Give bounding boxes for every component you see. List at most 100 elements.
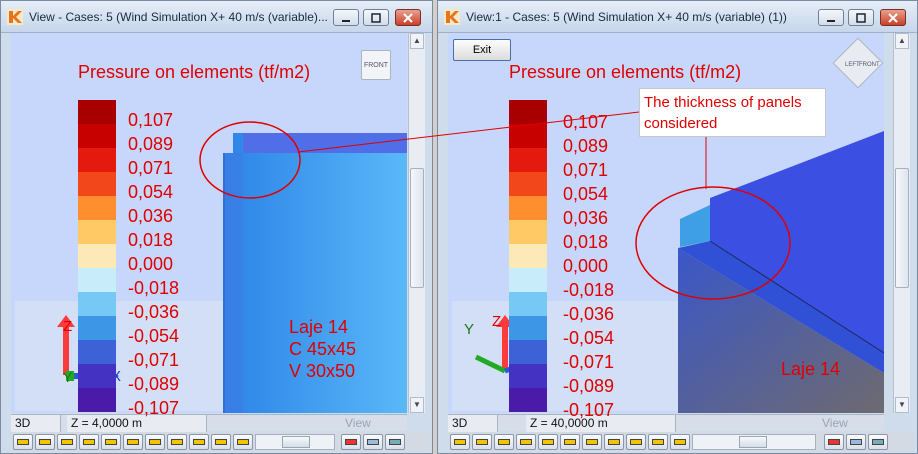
right-status-view: View [822, 416, 848, 430]
left-scale-values: 0,107 0,089 0,071 0,054 0,036 0,018 0,000 -0,01… [128, 108, 179, 420]
left-scale-value: 0,107 [128, 110, 174, 130]
right-member-label-slab: Laje 14 [781, 359, 841, 379]
right-status-mode: 3D [448, 415, 498, 432]
tool-plane-icon[interactable] [582, 434, 602, 450]
left-vertical-scrollbar[interactable]: ▲ ▼ [408, 33, 425, 413]
tool-bar-icon[interactable] [472, 434, 492, 450]
right-scale-value: 0,089 [563, 136, 609, 156]
tool-edit-icon[interactable] [123, 434, 143, 450]
exit-button[interactable]: Exit [453, 39, 511, 61]
tool-camera-icon[interactable] [868, 434, 888, 450]
left-view-cube-label: FRONT [363, 62, 389, 69]
tool-plane-icon[interactable] [145, 434, 165, 450]
left-view-cube[interactable]: FRONT [361, 50, 391, 80]
right-title-bar[interactable]: View:1 - Cases: 5 (Wind Simulation X+ 40… [438, 1, 917, 33]
tool-bar-icon[interactable] [35, 434, 55, 450]
right-scale-swatch [509, 244, 547, 268]
left-title-bar[interactable]: View - Cases: 5 (Wind Simulation X+ 40 m… [1, 1, 432, 33]
right-scale-value: 0,071 [563, 160, 609, 180]
left-scale-value: -0,054 [128, 326, 180, 346]
tool-load-icon[interactable] [538, 434, 558, 450]
close-icon [403, 13, 413, 23]
left-scale-swatch [78, 196, 116, 220]
tool-edit-icon[interactable] [560, 434, 580, 450]
tool-numbering-icon[interactable] [626, 434, 646, 450]
right-thickness-face [680, 205, 710, 247]
right-scale-value: -0,089 [563, 376, 615, 396]
left-scale-value: -0,071 [128, 350, 180, 370]
right-window-title: View:1 - Cases: 5 (Wind Simulation X+ 40… [466, 10, 787, 24]
left-scale-swatch [78, 244, 116, 268]
left-3d-viewport[interactable]: FRONT Z Y X Laje 14 C 45x45 V 30x50 [11, 33, 407, 413]
scroll-up-icon[interactable]: ▲ [410, 33, 424, 49]
left-horizontal-scrollbar[interactable] [255, 434, 335, 450]
annotation-line-2: considered [644, 115, 718, 132]
left-status-view: View [345, 416, 371, 430]
right-scale-value: -0,071 [563, 352, 615, 372]
right-scale-swatch [509, 364, 547, 388]
right-horizontal-scrollbar[interactable] [692, 434, 816, 450]
scroll-thumb[interactable] [410, 168, 424, 288]
minimize-icon [342, 20, 350, 22]
left-member-label-beam: V 30x50 [289, 361, 356, 381]
tool-view-icon[interactable] [670, 434, 690, 450]
tool-support-icon[interactable] [516, 434, 536, 450]
left-scale-swatch [78, 124, 116, 148]
tool-panel-icon[interactable] [494, 434, 514, 450]
right-scale-swatch [509, 148, 547, 172]
tool-slab-icon[interactable] [604, 434, 624, 450]
tool-hide-icon[interactable] [341, 434, 361, 450]
scroll-down-icon[interactable]: ▼ [895, 397, 909, 413]
tool-hide-icon[interactable] [824, 434, 844, 450]
scroll-thumb[interactable] [895, 168, 909, 288]
right-axis-z-label: Z [492, 313, 502, 330]
scroll-down-icon[interactable]: ▼ [410, 397, 424, 413]
right-scale-value: -0,018 [563, 280, 615, 300]
tool-glasses-icon[interactable] [846, 434, 866, 450]
right-scale-value: 0,018 [563, 232, 609, 252]
right-scale-value: 0,036 [563, 208, 609, 228]
left-scale-value: 0,000 [128, 254, 174, 274]
app-logo-icon [444, 9, 460, 25]
tool-load-icon[interactable] [101, 434, 121, 450]
tool-numbering-icon[interactable] [189, 434, 209, 450]
tool-node-icon[interactable] [450, 434, 470, 450]
right-scale-value: -0,036 [563, 304, 615, 324]
left-scale-value: -0,107 [128, 398, 180, 418]
right-vertical-scrollbar[interactable]: ▲ ▼ [893, 33, 910, 413]
right-scale-value: 0,054 [563, 184, 609, 204]
close-button[interactable] [395, 9, 421, 26]
minimize-button[interactable] [333, 9, 359, 26]
right-scale-swatch [509, 124, 547, 148]
left-scale-swatch [78, 148, 116, 172]
tool-glasses-icon[interactable] [363, 434, 383, 450]
right-color-scale [509, 100, 547, 412]
left-slab-top [243, 133, 407, 153]
left-member-label-slab: Laje 14 [289, 317, 349, 337]
tool-grid-icon[interactable] [211, 434, 231, 450]
tool-support-icon[interactable] [79, 434, 99, 450]
maximize-button[interactable] [363, 9, 389, 26]
maximize-button[interactable] [848, 9, 874, 26]
minimize-button[interactable] [818, 9, 844, 26]
annotation-callout: The thickness of panels considered [639, 88, 826, 137]
right-scale-swatch [509, 100, 547, 124]
left-axis-y-label: Y [63, 369, 73, 385]
right-toolbar [448, 432, 914, 452]
scroll-up-icon[interactable]: ▲ [895, 33, 909, 49]
tool-camera-icon[interactable] [385, 434, 405, 450]
close-button[interactable] [880, 9, 906, 26]
right-scale-values: 0,107 0,089 0,071 0,054 0,036 0,018 0,000 -0,01… [563, 110, 614, 422]
tool-slab-icon[interactable] [167, 434, 187, 450]
left-scale-value: 0,054 [128, 182, 174, 202]
right-scale-swatch [509, 172, 547, 196]
right-status-bar: 3D Z = 40,0000 m View [448, 414, 884, 432]
tool-node-icon[interactable] [13, 434, 33, 450]
right-scale-value: 0,000 [563, 256, 609, 276]
right-legend-title: Pressure on elements (tf/m2) [509, 62, 742, 82]
left-scale-swatch [78, 316, 116, 340]
tool-panel-icon[interactable] [57, 434, 77, 450]
tool-grid-icon[interactable] [648, 434, 668, 450]
tool-view-icon[interactable] [233, 434, 253, 450]
left-scale-swatch [78, 292, 116, 316]
